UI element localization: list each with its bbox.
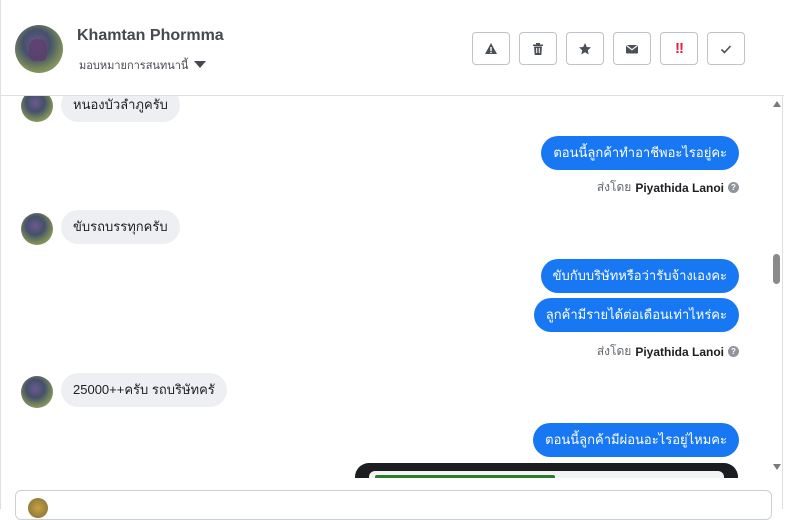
sent-by-prefix: ส่งโดย bbox=[596, 344, 632, 358]
thread-scrollbar[interactable] bbox=[771, 96, 783, 478]
contact-avatar-small bbox=[21, 213, 53, 245]
mail-icon bbox=[626, 44, 638, 53]
info-icon[interactable]: ? bbox=[728, 346, 739, 357]
conversation-actions: !! bbox=[472, 32, 745, 65]
sender-name: Piyathida Lanoi bbox=[635, 344, 724, 359]
urgent-icon: !! bbox=[675, 40, 684, 57]
star-icon bbox=[579, 42, 591, 54]
sender-name: Piyathida Lanoi bbox=[635, 180, 724, 195]
sent-by-label: ส่งโดย Piyathida Lanoi ? bbox=[597, 342, 739, 361]
contact-name[interactable]: Khamtan Phormma bbox=[77, 27, 224, 45]
star-button[interactable] bbox=[566, 32, 604, 65]
contact-avatar-small bbox=[21, 96, 53, 122]
outgoing-message: ขับกับบริษัทหรือว่ารับจ้างเองคะ bbox=[540, 259, 739, 293]
warning-icon bbox=[485, 42, 497, 54]
mark-done-button[interactable] bbox=[707, 32, 745, 65]
delete-button[interactable] bbox=[519, 32, 557, 65]
sent-by-label: ส่งโดย Piyathida Lanoi ? bbox=[597, 178, 739, 197]
conversation-panel: Khamtan Phormma มอบหมายการสนทนานี้ !! หน… bbox=[0, 0, 784, 520]
assign-conversation-dropdown[interactable]: มอบหมายการสนทนานี้ bbox=[79, 56, 207, 74]
sent-by-prefix: ส่งโดย bbox=[596, 180, 632, 194]
page-avatar bbox=[28, 498, 48, 518]
reply-composer[interactable] bbox=[15, 490, 772, 520]
outgoing-message: ตอนนี้ลูกค้ามีผ่อนอะไรอยู่ไหมคะ bbox=[533, 423, 739, 457]
scroll-thumb[interactable] bbox=[773, 254, 780, 284]
trash-icon bbox=[533, 42, 543, 55]
conversation-header: Khamtan Phormma มอบหมายการสนทนานี้ !! bbox=[1, 0, 784, 96]
outgoing-message: ลูกค้ามีรายได้ต่อเดือนเท่าไหร่คะ bbox=[533, 298, 739, 332]
mark-spam-button[interactable] bbox=[472, 32, 510, 65]
incoming-message: 25000++ครับ รถบริษัทครั bbox=[61, 373, 227, 407]
caret-down-icon bbox=[194, 60, 207, 68]
assign-label: มอบหมายการสนทนานี้ bbox=[79, 60, 189, 72]
scroll-down-icon[interactable] bbox=[773, 464, 781, 470]
contact-avatar-small bbox=[21, 376, 53, 408]
info-icon[interactable]: ? bbox=[728, 182, 739, 193]
message-thread[interactable]: หนองบัวลำภูครับ ตอนนี้ลูกค้าทำอาชีพอะไรอ… bbox=[1, 96, 771, 478]
check-icon bbox=[720, 44, 732, 54]
follow-up-button[interactable]: !! bbox=[660, 32, 698, 65]
incoming-message: ขับรถบรรทุกครับ bbox=[61, 210, 180, 244]
incoming-message: หนองบัวลำภูครับ bbox=[61, 96, 180, 122]
scroll-up-icon[interactable] bbox=[773, 101, 781, 107]
contact-avatar[interactable] bbox=[15, 25, 63, 73]
mark-unread-button[interactable] bbox=[613, 32, 651, 65]
image-attachment[interactable] bbox=[355, 463, 738, 478]
outgoing-message: ตอนนี้ลูกค้าทำอาชีพอะไรอยู่คะ bbox=[541, 136, 739, 170]
